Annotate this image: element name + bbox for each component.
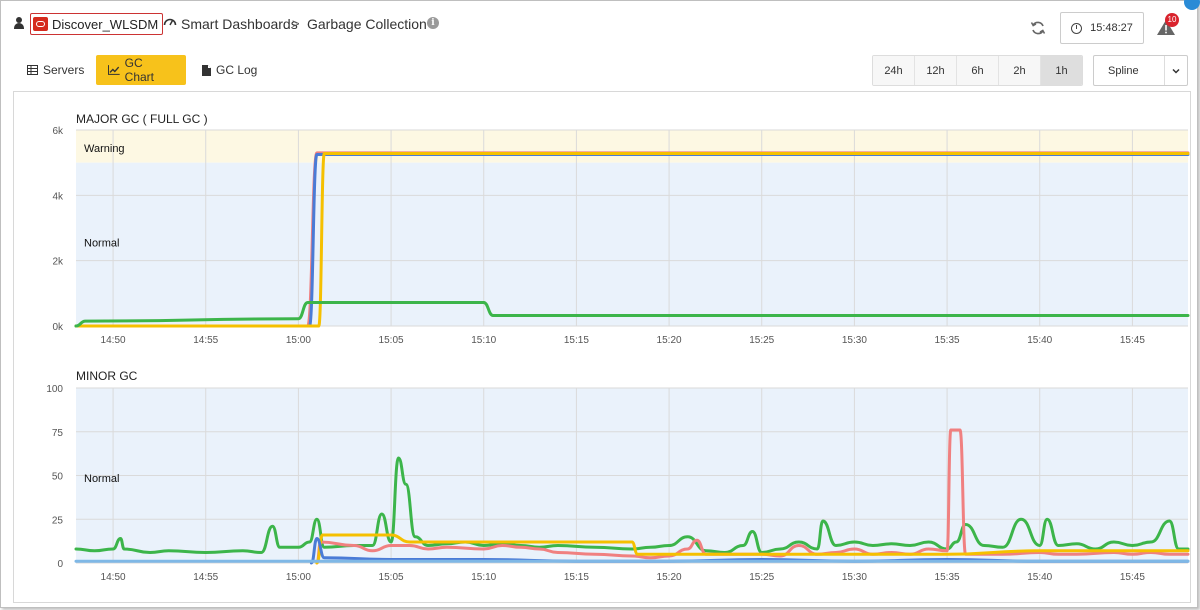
band-label-warning: Warning xyxy=(84,143,125,155)
breadcrumb-smart-dashboards[interactable]: Smart Dashboards xyxy=(181,16,298,32)
tab-gc-chart-label: GC Chart xyxy=(124,56,155,84)
breadcrumb-garbage-collection: Garbage Collection xyxy=(307,16,427,32)
x-tick-label: 15:10 xyxy=(471,335,496,346)
x-tick-label: 15:20 xyxy=(657,335,682,346)
x-tick-label: 15:45 xyxy=(1120,335,1145,346)
x-tick-label: 15:10 xyxy=(471,572,496,583)
line-chart-icon xyxy=(108,65,120,75)
x-tick-label: 15:30 xyxy=(842,572,867,583)
toolbar: Servers GC Chart GC Log 24h 12h 6h 2h 1h… xyxy=(1,53,1197,89)
chart-type-select[interactable]: Spline xyxy=(1093,55,1188,86)
chart-title: MAJOR GC ( FULL GC ) xyxy=(76,112,208,126)
y-tick-label: 0 xyxy=(57,559,63,570)
x-tick-label: 15:45 xyxy=(1120,572,1145,583)
x-tick-label: 15:35 xyxy=(935,572,960,583)
x-tick-label: 15:00 xyxy=(286,335,311,346)
x-tick-label: 15:35 xyxy=(935,335,960,346)
environment-name: Discover_WLSDM xyxy=(52,16,159,32)
x-tick-label: 15:15 xyxy=(564,335,589,346)
x-tick-label: 15:40 xyxy=(1027,335,1052,346)
oracle-icon xyxy=(33,17,48,31)
top-bar: Discover_WLSDM Smart Dashboards > Garbag… xyxy=(1,1,1197,49)
tab-gc-log[interactable]: GC Log xyxy=(190,55,269,85)
range-6h-button[interactable]: 6h xyxy=(957,56,999,85)
plot-band-warning xyxy=(76,130,1188,163)
y-tick-label: 6k xyxy=(52,126,64,137)
range-2h-button[interactable]: 2h xyxy=(999,56,1041,85)
x-tick-label: 15:25 xyxy=(749,572,774,583)
y-tick-label: 2k xyxy=(52,257,64,268)
gc-charts: 14:50 14:55 15:00 15:05 15:10 15:15 15:20 15:25… xyxy=(46,112,1190,583)
x-tick-label: 14:50 xyxy=(101,335,126,346)
chart-title: MINOR GC xyxy=(76,369,138,383)
clock-icon xyxy=(1071,22,1083,34)
x-tick-label: 15:05 xyxy=(379,335,404,346)
y-tick-label: 0k xyxy=(52,322,64,333)
x-tick-label: 15:25 xyxy=(749,335,774,346)
tab-servers[interactable]: Servers xyxy=(15,55,96,85)
x-tick-label: 14:50 xyxy=(101,572,126,583)
tab-servers-label: Servers xyxy=(43,63,85,77)
table-icon xyxy=(27,65,38,75)
chevron-down-icon[interactable] xyxy=(1165,68,1187,74)
refresh-icon[interactable] xyxy=(1030,20,1046,36)
info-icon[interactable]: i xyxy=(427,17,439,29)
x-tick-label: 15:30 xyxy=(842,335,867,346)
band-label-normal: Normal xyxy=(84,473,119,485)
x-tick-label: 15:40 xyxy=(1027,572,1052,583)
time-range-group: 24h 12h 6h 2h 1h xyxy=(872,55,1083,86)
app-window: Discover_WLSDM Smart Dashboards > Garbag… xyxy=(0,0,1198,608)
tab-gc-log-label: GC Log xyxy=(216,63,258,77)
current-time: 15:48:27 xyxy=(1090,22,1133,34)
y-tick-label: 75 xyxy=(52,428,64,439)
gauge-icon xyxy=(163,18,177,26)
environment-badge[interactable]: Discover_WLSDM xyxy=(30,13,164,35)
range-12h-button[interactable]: 12h xyxy=(915,56,957,85)
file-icon xyxy=(202,64,211,76)
plot-band-normal xyxy=(76,162,1188,326)
x-tick-label: 14:55 xyxy=(193,335,218,346)
x-tick-label: 15:20 xyxy=(657,572,682,583)
alert-count-badge: 10 xyxy=(1165,13,1179,27)
chart-type-value: Spline xyxy=(1108,64,1139,77)
y-tick-label: 50 xyxy=(52,472,64,483)
range-24h-button[interactable]: 24h xyxy=(873,56,915,85)
range-1h-button[interactable]: 1h xyxy=(1041,56,1082,85)
band-label-normal: Normal xyxy=(84,238,119,250)
y-tick-label: 25 xyxy=(52,515,64,526)
x-tick-label: 15:15 xyxy=(564,572,589,583)
user-icon[interactable] xyxy=(13,17,25,29)
x-tick-label: 15:05 xyxy=(379,572,404,583)
y-tick-label: 100 xyxy=(46,384,63,395)
tab-gc-chart[interactable]: GC Chart xyxy=(96,55,186,85)
x-tick-label: 14:55 xyxy=(193,572,218,583)
x-tick-label: 15:00 xyxy=(286,572,311,583)
clock-display[interactable]: 15:48:27 xyxy=(1060,12,1144,44)
y-tick-label: 4k xyxy=(52,191,64,202)
chart-panel: 14:50 14:55 15:00 15:05 15:10 15:15 15:20 15:25… xyxy=(13,91,1191,603)
breadcrumb-chevron-icon: > xyxy=(292,16,300,31)
